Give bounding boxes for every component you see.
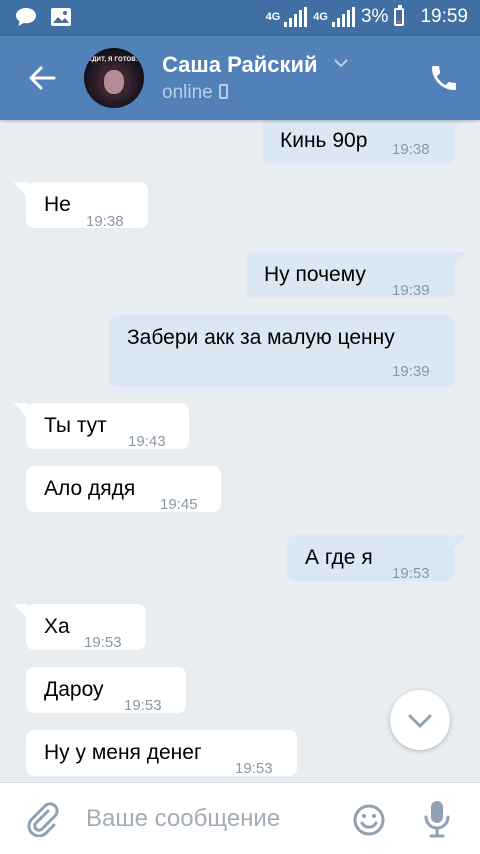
signal-2-icon xyxy=(331,7,355,27)
message-text: Кинь 90р xyxy=(280,129,368,152)
message-text: Не xyxy=(44,193,71,216)
clock: 19:59 xyxy=(420,6,468,27)
contact-status: online xyxy=(162,82,228,104)
message-time: 19:45 xyxy=(160,496,198,513)
message-input[interactable] xyxy=(86,803,336,835)
message-incoming[interactable]: Дароу 19:53 xyxy=(26,667,186,714)
message-incoming[interactable]: Ну у меня денег 19:53 xyxy=(26,730,297,777)
network-type-1: 4G xyxy=(265,11,281,23)
message-time: 19:38 xyxy=(392,141,430,158)
battery-icon xyxy=(394,5,405,26)
message-incoming[interactable]: Не 19:38 xyxy=(14,182,148,230)
mobile-icon xyxy=(218,84,228,99)
message-time: 19:38 xyxy=(86,213,124,230)
network-type-2: 4G xyxy=(313,11,328,23)
paperclip-icon[interactable] xyxy=(24,801,60,837)
chevron-down-icon xyxy=(408,714,432,728)
message-text: Ало дядя xyxy=(44,477,136,500)
message-incoming[interactable]: Ха 19:53 xyxy=(14,604,146,651)
message-outgoing[interactable]: Ну почему 19:39 xyxy=(246,252,466,299)
scroll-to-bottom-button[interactable] xyxy=(390,690,450,750)
message-time: 19:53 xyxy=(84,634,122,651)
message-time: 19:39 xyxy=(392,282,430,299)
message-time: 19:53 xyxy=(124,697,162,714)
message-incoming[interactable]: Ало дядя 19:45 xyxy=(26,466,221,513)
message-text: Забери акк за малую ценну xyxy=(127,326,395,349)
chevron-down-icon[interactable] xyxy=(334,58,348,68)
smiley-icon[interactable] xyxy=(352,803,386,837)
message-outgoing[interactable]: Забери акк за малую ценну 19:39 xyxy=(109,315,454,387)
chat-header: ЖДИТ, Я ГОТОВ... Саша Райский online xyxy=(0,36,480,120)
message-time: 19:39 xyxy=(392,363,430,380)
message-list[interactable]: Кинь 90р 19:38 Не 19:38 Ну почему 19:39 … xyxy=(0,120,480,782)
message-text: Ха xyxy=(44,615,70,638)
contact-name[interactable]: Саша Райский xyxy=(162,52,318,78)
avatar-caption: ЖДИТ, Я ГОТОВ... xyxy=(86,57,142,63)
composer-bar xyxy=(0,782,480,854)
message-outgoing[interactable]: Кинь 90р 19:38 xyxy=(262,120,466,164)
signal-1-icon xyxy=(284,7,308,27)
arrow-left-icon[interactable] xyxy=(26,62,58,94)
phone-icon[interactable] xyxy=(428,62,460,94)
message-text: Ты тут xyxy=(44,414,107,437)
status-bar: 4G 4G 3% 19:59 xyxy=(0,0,480,36)
message-text: А где я xyxy=(305,546,373,569)
image-notification-icon xyxy=(51,8,71,26)
message-time: 19:53 xyxy=(392,565,430,582)
message-text: Ну у меня денег xyxy=(44,741,202,764)
message-text: Ну почему xyxy=(264,263,366,286)
message-incoming[interactable]: Ты тут 19:43 xyxy=(14,403,189,450)
avatar[interactable]: ЖДИТ, Я ГОТОВ... xyxy=(84,48,144,108)
message-time: 19:43 xyxy=(128,433,166,450)
message-outgoing[interactable]: А где я 19:53 xyxy=(287,535,466,582)
message-time: 19:53 xyxy=(235,760,273,777)
battery-percent: 3% xyxy=(360,6,389,27)
message-text: Дароу xyxy=(44,678,104,701)
chat-notification-icon xyxy=(16,8,36,26)
microphone-icon[interactable] xyxy=(422,799,452,839)
